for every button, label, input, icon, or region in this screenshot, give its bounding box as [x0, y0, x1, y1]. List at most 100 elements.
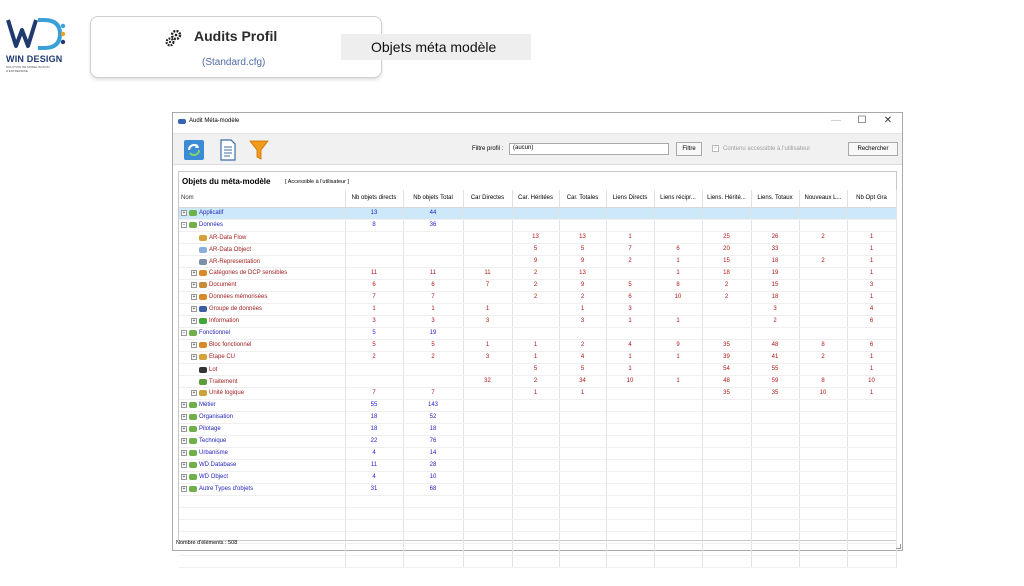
expand-icon[interactable]: +: [181, 474, 187, 480]
row-name-cell[interactable]: + Métier: [179, 399, 346, 412]
expand-icon[interactable]: +: [181, 210, 187, 216]
row-name-cell[interactable]: + Autre Types d'objets: [179, 483, 346, 496]
row-name-cell[interactable]: + WD Database: [179, 459, 346, 472]
report-icon[interactable]: [217, 139, 239, 161]
row-name-cell[interactable]: + Document: [179, 279, 346, 292]
row-name-cell[interactable]: + Technique: [179, 435, 346, 448]
expand-icon[interactable]: +: [181, 450, 187, 456]
table-row[interactable]: + Catégories de DCP sensibles 11 11 11 2 13 1 18…: [179, 267, 897, 280]
data-flow-icon: [199, 354, 207, 360]
expand-icon[interactable]: +: [191, 318, 197, 324]
table-row[interactable]: + WD Object 4 10: [179, 471, 897, 484]
column-header-name[interactable]: Nom: [179, 190, 346, 208]
row-name-cell[interactable]: − Données: [179, 219, 346, 232]
empty-cell: [799, 531, 848, 544]
table-row[interactable]: Traitement 32 2 34 10 1 48 59 8 10: [179, 375, 897, 388]
refresh-icon[interactable]: [183, 139, 205, 161]
table-row[interactable]: + Groupe de données 1 1 1 1 3 3 4: [179, 303, 897, 316]
row-name-cell[interactable]: + Urbanisme: [179, 447, 346, 460]
value-cell: 2: [606, 255, 655, 268]
expand-icon[interactable]: +: [191, 270, 197, 276]
maximize-icon[interactable]: ☐: [854, 115, 870, 126]
value-cell: 3: [463, 315, 513, 328]
resize-grip-icon[interactable]: [896, 544, 901, 549]
column-header[interactable]: Liens. Hérité...: [702, 190, 752, 208]
row-name-cell[interactable]: + Bloc fonctionnel: [179, 339, 346, 352]
accessible-content-checkbox[interactable]: ✓: [712, 145, 719, 152]
expand-icon[interactable]: +: [181, 426, 187, 432]
row-name-cell[interactable]: + Organisation: [179, 411, 346, 424]
minimize-icon[interactable]: —: [828, 115, 844, 126]
row-name-cell[interactable]: AR-Data Object: [179, 243, 346, 256]
collapse-icon[interactable]: −: [181, 330, 187, 336]
expand-icon[interactable]: +: [181, 438, 187, 444]
row-name-cell[interactable]: AR-Data Flow: [179, 231, 346, 244]
expand-icon[interactable]: +: [181, 402, 187, 408]
row-name-cell[interactable]: + Information: [179, 315, 346, 328]
column-header[interactable]: Car. Totales: [559, 190, 607, 208]
row-name-cell[interactable]: + Catégories de DCP sensibles: [179, 267, 346, 280]
expand-icon[interactable]: +: [191, 282, 197, 288]
close-icon[interactable]: ✕: [880, 115, 896, 126]
table-row[interactable]: + Bloc fonctionnel 5 5 1 1 2 4 9 35 48 8 6: [179, 339, 897, 352]
expand-icon[interactable]: +: [191, 390, 197, 396]
table-row[interactable]: + Applicatif 13 44: [179, 207, 897, 220]
row-name-cell[interactable]: + Données mémorisées: [179, 291, 346, 304]
column-header[interactable]: Nouveaux L...: [799, 190, 848, 208]
table-row[interactable]: + Autre Types d'objets 31 68: [179, 483, 897, 496]
table-row[interactable]: − Fonctionnel 5 19: [179, 327, 897, 340]
empty-cell: [702, 519, 752, 532]
filter-icon[interactable]: [248, 139, 270, 161]
expand-icon[interactable]: +: [191, 306, 197, 312]
column-header[interactable]: Nb objets Total: [403, 190, 464, 208]
column-header[interactable]: Liens. Totaux: [751, 190, 800, 208]
row-name-cell[interactable]: Lot: [179, 363, 346, 376]
table-row[interactable]: + Information 3 3 3 3 1 1 2 6: [179, 315, 897, 328]
table-row[interactable]: AR-Data Flow 13 13 1 25 26 2 1: [179, 231, 897, 244]
table-row[interactable]: Lot 5 5 1 54 55 1: [179, 363, 897, 376]
column-header[interactable]: Liens Directs: [606, 190, 655, 208]
table-row[interactable]: + Pilotage 18 18: [179, 423, 897, 436]
expand-icon[interactable]: +: [191, 354, 197, 360]
column-header[interactable]: Nb objets directs: [345, 190, 404, 208]
table-row[interactable]: AR-Data Object 5 5 7 6 20 33 1: [179, 243, 897, 256]
row-name-cell[interactable]: AR-Representation: [179, 255, 346, 268]
expand-icon[interactable]: +: [181, 414, 187, 420]
table-row[interactable]: − Données 8 36: [179, 219, 897, 232]
table-row[interactable]: + Données mémorisées 7 7 2 2 6 10 2 18 1: [179, 291, 897, 304]
row-label: WD Database: [199, 462, 237, 468]
column-header[interactable]: Car. Héritées: [512, 190, 560, 208]
empty-cell: [847, 519, 897, 532]
table-row[interactable]: AR-Representation 9 9 2 1 15 18 2 1: [179, 255, 897, 268]
empty-cell: [463, 555, 513, 568]
empty-cell: [702, 495, 752, 508]
collapse-icon[interactable]: −: [181, 222, 187, 228]
expand-icon[interactable]: +: [181, 462, 187, 468]
row-name-cell[interactable]: − Fonctionnel: [179, 327, 346, 340]
table-row[interactable]: + Technique 22 76: [179, 435, 897, 448]
table-row[interactable]: + WD Database 11 28: [179, 459, 897, 472]
table-row[interactable]: + Etape CU 2 2 3 1 4 1 1 39 41 2 1: [179, 351, 897, 364]
expand-icon[interactable]: +: [191, 294, 197, 300]
expand-icon[interactable]: +: [181, 486, 187, 492]
row-name-cell[interactable]: Traitement: [179, 375, 346, 388]
table-row[interactable]: + Unité logique 7 7 1 1 35 35 10 1: [179, 387, 897, 400]
row-name-cell[interactable]: + Pilotage: [179, 423, 346, 436]
table-row[interactable]: + Urbanisme 4 14: [179, 447, 897, 460]
column-header[interactable]: Liens récipr...: [654, 190, 703, 208]
table-row[interactable]: + Organisation 18 52: [179, 411, 897, 424]
table-row[interactable]: + Document 6 6 7 2 9 5 8 2 15 3: [179, 279, 897, 292]
value-cell: 32: [463, 375, 513, 388]
expand-icon[interactable]: +: [191, 342, 197, 348]
row-name-cell[interactable]: + Applicatif: [179, 207, 346, 220]
row-name-cell[interactable]: + Unité logique: [179, 387, 346, 400]
filter-profile-input[interactable]: (aucun): [509, 143, 669, 155]
row-name-cell[interactable]: + Groupe de données: [179, 303, 346, 316]
column-header[interactable]: Car Directes: [463, 190, 513, 208]
row-name-cell[interactable]: + Etape CU: [179, 351, 346, 364]
filter-button[interactable]: Filtre: [676, 142, 702, 156]
table-row[interactable]: + Métier 55 143: [179, 399, 897, 412]
search-button[interactable]: Rechercher: [848, 142, 898, 156]
row-name-cell[interactable]: + WD Object: [179, 471, 346, 484]
column-header[interactable]: Nb Opt Gra: [847, 190, 897, 208]
